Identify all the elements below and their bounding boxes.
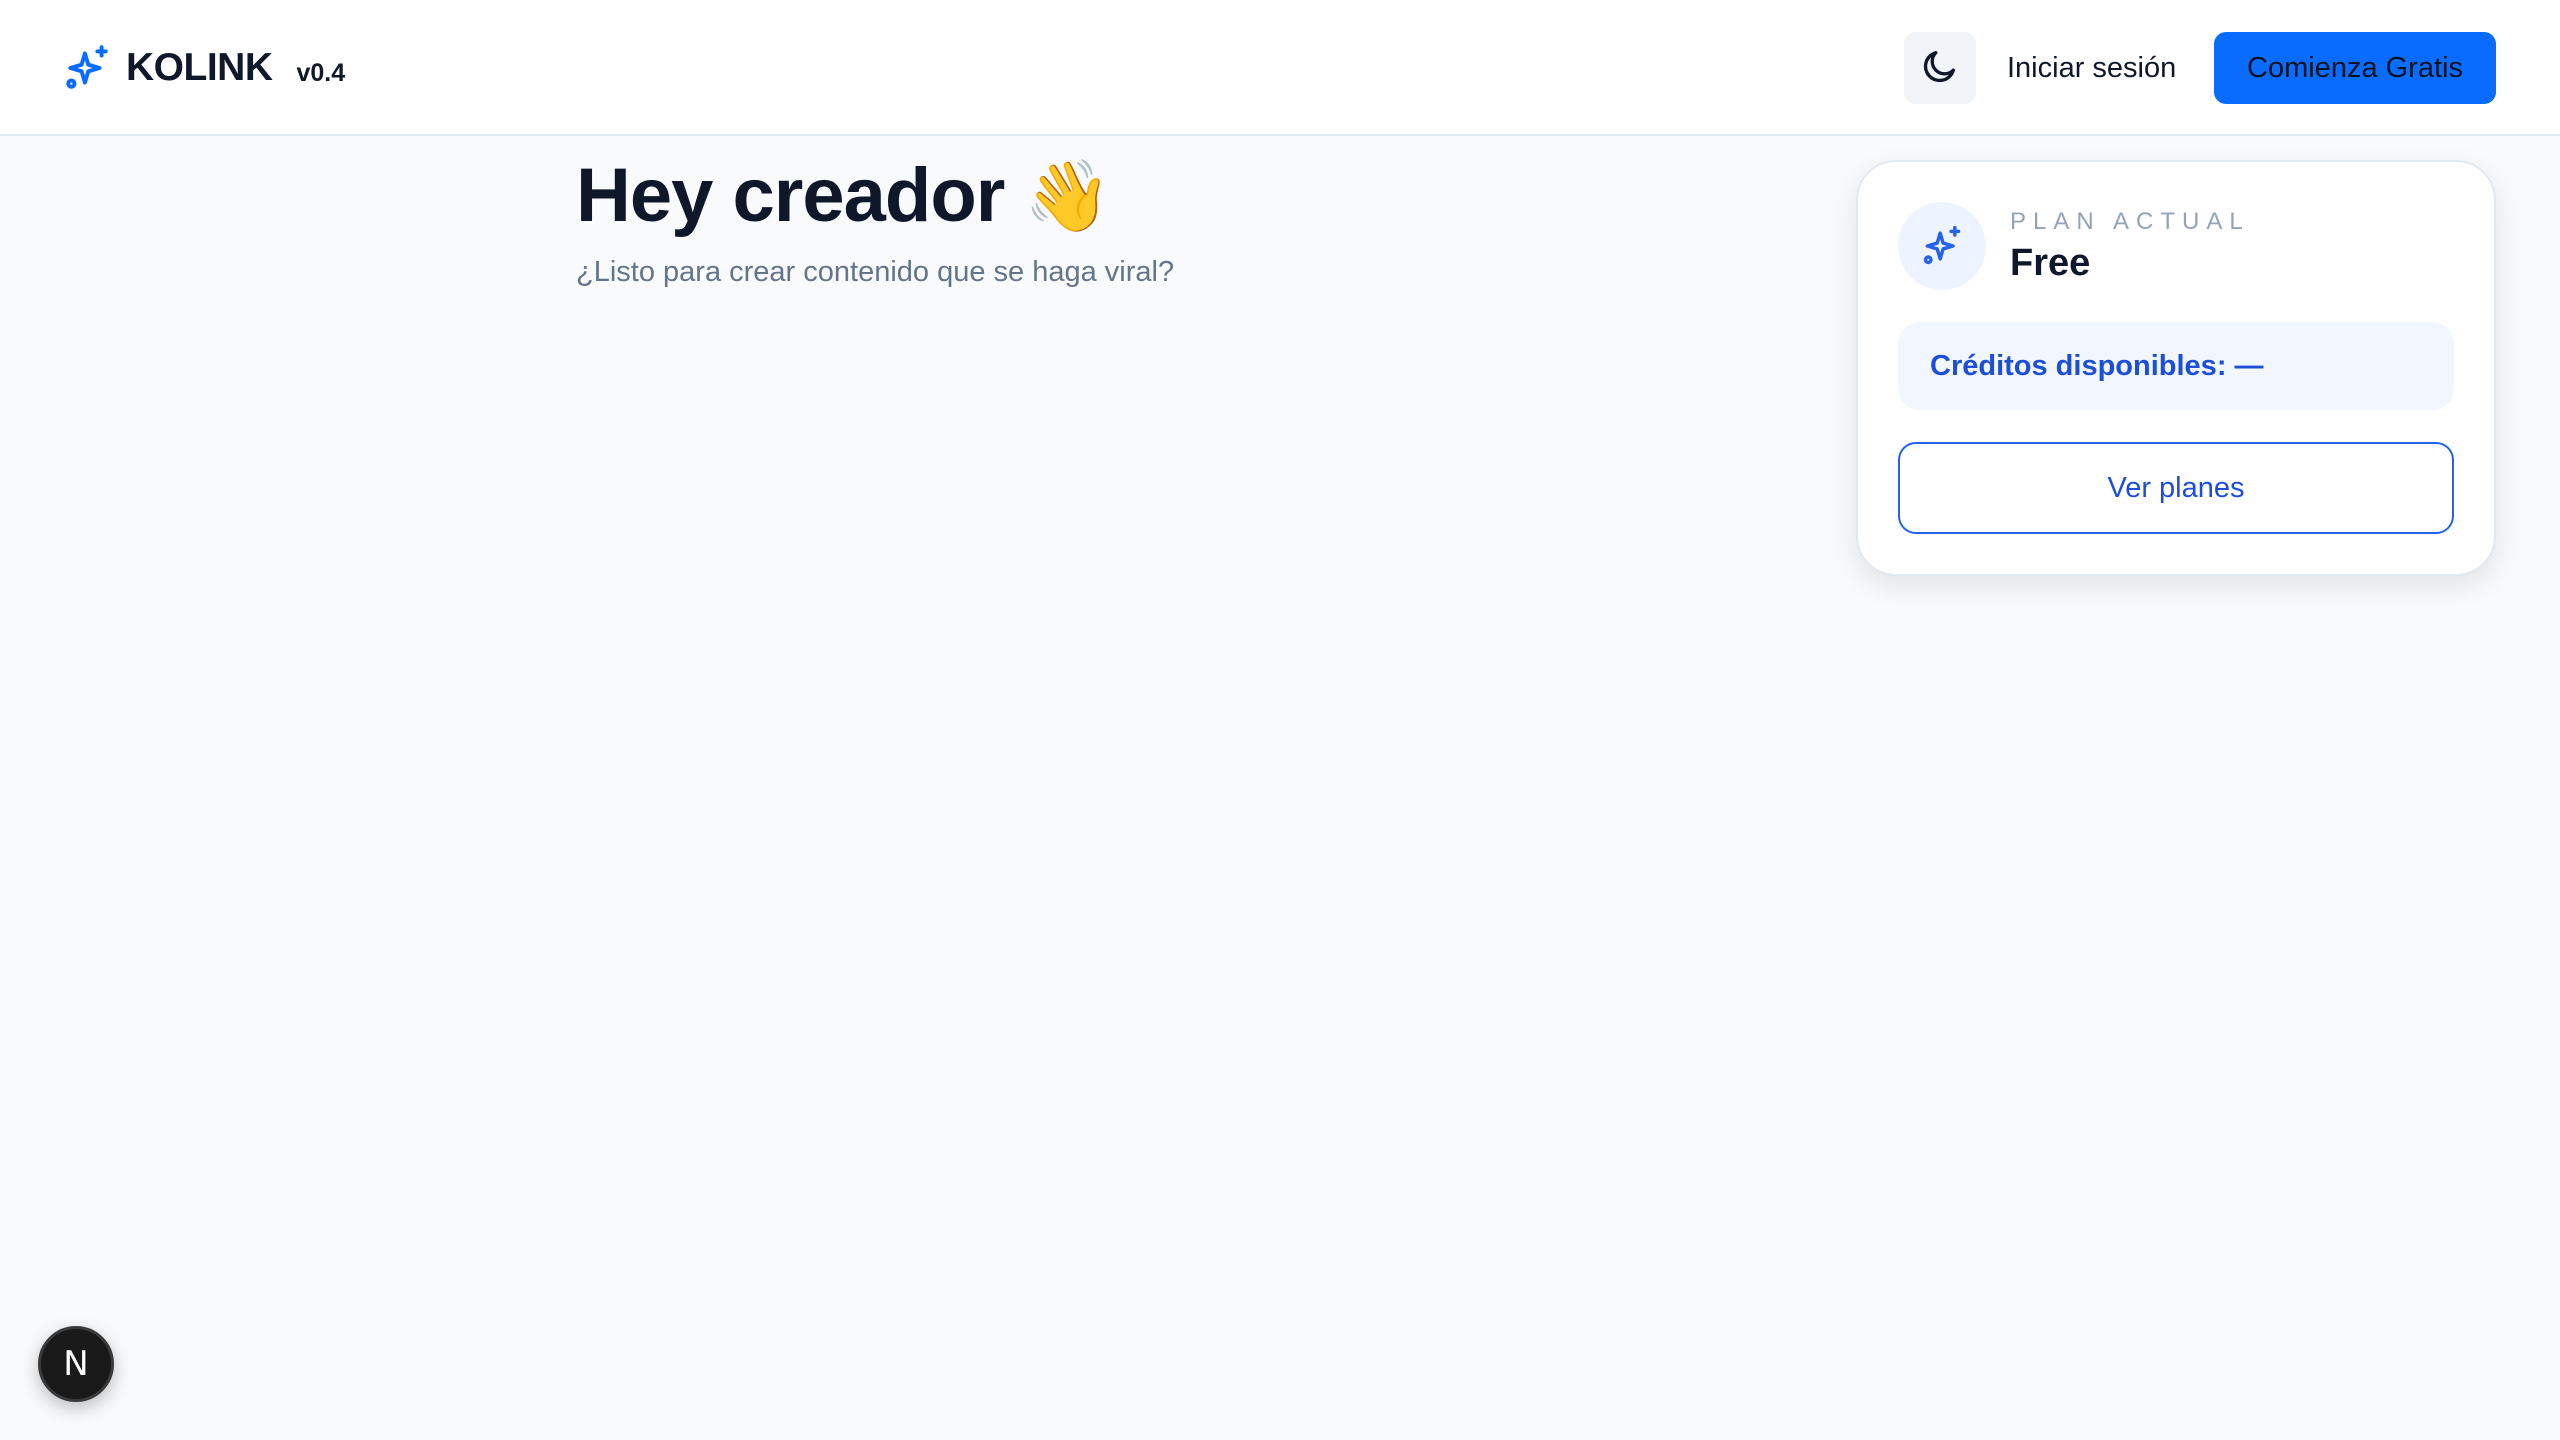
sparkles-icon: [1898, 202, 1986, 290]
theme-toggle-button[interactable]: [1904, 32, 1976, 104]
page-title: Hey creador 👋: [576, 152, 1112, 239]
dev-tools-badge[interactable]: N: [38, 1326, 114, 1402]
start-free-button[interactable]: Comienza Gratis: [2214, 32, 2496, 104]
brand-name: KOLINK: [126, 46, 273, 89]
plan-label: PLAN ACTUAL: [2010, 208, 2250, 235]
view-plans-button[interactable]: Ver planes: [1898, 442, 2454, 534]
moon-icon: [1920, 46, 1960, 91]
brand-logo[interactable]: KOLINK v0.4: [62, 42, 345, 94]
login-link[interactable]: Iniciar sesión: [2007, 46, 2176, 90]
sparkles-icon: [62, 43, 112, 93]
brand-version: v0.4: [296, 58, 346, 87]
waving-hand-icon: 👋: [1024, 156, 1111, 235]
top-navbar: KOLINK v0.4 Iniciar sesión Comienza Grat…: [0, 0, 2560, 136]
current-plan-card: PLAN ACTUAL Free Créditos disponibles: —…: [1856, 160, 2496, 576]
page-subtitle: ¿Listo para crear contenido que se haga …: [576, 256, 1175, 288]
credits-status: Créditos disponibles: —: [1898, 322, 2454, 410]
page-title-text: Hey creador: [576, 153, 1005, 238]
plan-name: Free: [2010, 242, 2091, 284]
